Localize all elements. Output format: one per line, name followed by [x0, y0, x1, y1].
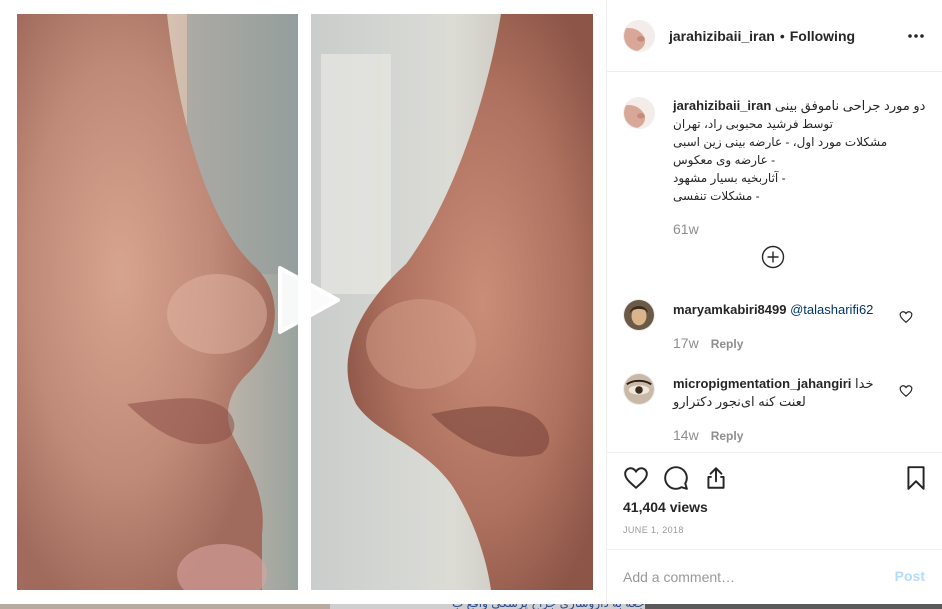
- caption-line-2: توسط فرشید محبوبی راد، تهران: [673, 117, 833, 131]
- caption-time: 61w: [673, 221, 699, 237]
- view-count[interactable]: 41,404 views: [623, 499, 708, 515]
- reply-button[interactable]: Reply: [711, 337, 744, 351]
- share-icon[interactable]: [703, 465, 729, 491]
- caption-line-4: عارضه وی معکوس -: [673, 153, 776, 167]
- comments-list: jarahizibaii_iran دو مورد جراحی ناموفق ب…: [607, 73, 942, 451]
- comment-mention[interactable]: @talasharifi62: [790, 302, 873, 317]
- more-options-icon[interactable]: [907, 26, 925, 46]
- separator-dot: •: [779, 27, 785, 44]
- caption-line-3: مشکلات مورد اول، - عارضه بینی زین اسبی: [673, 135, 888, 149]
- add-comment-bar: Post: [607, 549, 942, 604]
- after-photo: [311, 14, 593, 590]
- post-media[interactable]: [0, 0, 606, 604]
- like-heart-icon[interactable]: [623, 465, 649, 491]
- author-username[interactable]: jarahizibaii_iran: [669, 28, 775, 44]
- plus-circle-icon[interactable]: [761, 245, 785, 269]
- comment-text-inline: خدا: [855, 376, 874, 391]
- caption-username[interactable]: jarahizibaii_iran: [673, 98, 771, 113]
- caption-line-5: آثاربخیه بسیار مشهود -: [673, 171, 786, 185]
- post-comment-button[interactable]: Post: [895, 568, 925, 584]
- comment-bubble-icon[interactable]: [663, 465, 689, 491]
- play-icon[interactable]: [272, 264, 344, 336]
- comment-username[interactable]: micropigmentation_jahangiri: [673, 376, 851, 391]
- before-photo: [17, 14, 298, 590]
- reply-button[interactable]: Reply: [711, 429, 744, 443]
- screen: مراجعه به داروسازی جراح پزشکی واقع ب: [0, 0, 942, 609]
- bookmark-icon[interactable]: [903, 465, 929, 491]
- following-button[interactable]: Following: [790, 28, 855, 44]
- comment-avatar[interactable]: [623, 299, 655, 331]
- comment-avatar[interactable]: [623, 373, 655, 405]
- comment-input[interactable]: [623, 566, 883, 588]
- caption-line-1: دو مورد جراحی ناموفق بینی: [774, 98, 926, 113]
- post-date: JUNE 1, 2018: [623, 525, 684, 535]
- like-comment-heart-icon[interactable]: [899, 384, 913, 398]
- post-sidebar: jarahizibaii_iran • Following jarahiziba…: [606, 0, 942, 604]
- post-header: jarahizibaii_iran • Following: [607, 0, 942, 72]
- post-modal: jarahizibaii_iran • Following jarahiziba…: [0, 0, 942, 604]
- post-actions: 41,404 views JUNE 1, 2018: [607, 452, 942, 548]
- caption-avatar[interactable]: [623, 97, 655, 129]
- comment-username[interactable]: maryamkabiri8499: [673, 302, 786, 317]
- like-comment-heart-icon[interactable]: [899, 310, 913, 324]
- author-avatar[interactable]: [623, 19, 655, 52]
- comment-text: لعنت کنه ای‌نجور دکترارو: [673, 394, 806, 409]
- comment-time: 17w: [673, 335, 699, 351]
- caption-line-6: مشکلات تنفسی -: [673, 189, 760, 203]
- comment-time: 14w: [673, 427, 699, 443]
